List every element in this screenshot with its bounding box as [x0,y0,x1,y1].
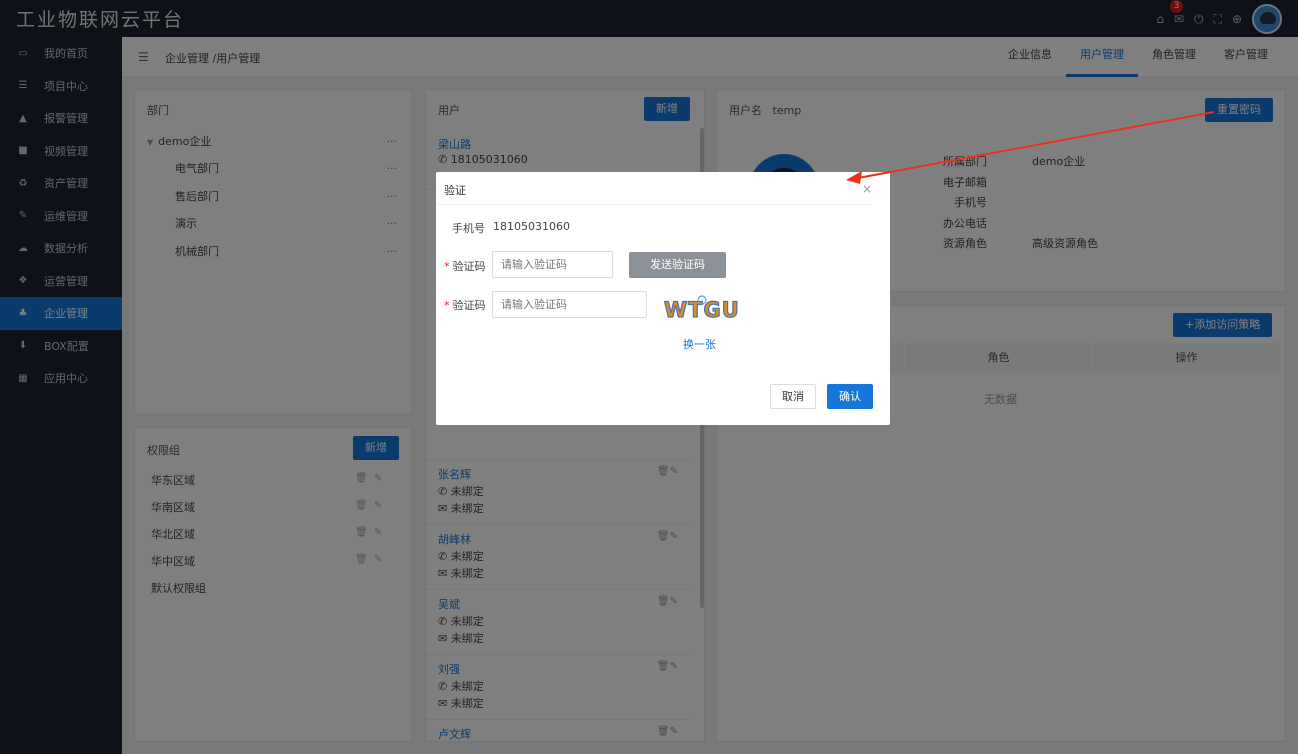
verify-dialog: 验证 × 手机号 18105031060 *验证码 发送验证码 *验证码 WTG… [436,172,890,425]
cancel-button[interactable]: 取消 [770,384,816,409]
captcha-input[interactable] [492,291,647,318]
phone-label: 手机号 [452,222,485,235]
dialog-divider [436,204,872,205]
dialog-title: 验证 [444,184,466,197]
svg-text:WTGU: WTGU [664,298,740,322]
captcha-image[interactable]: WTGU [662,294,744,324]
sms-code-label: * 验证码 [444,260,486,273]
confirm-button[interactable]: 确认 [827,384,873,409]
captcha-label: * 验证码 [444,299,486,312]
sms-code-input[interactable] [492,251,613,278]
phone-value: 18105031060 [493,220,570,233]
send-code-button[interactable]: 发送验证码 [629,252,726,278]
refresh-captcha-link[interactable]: 换一张 [683,336,716,352]
close-icon[interactable]: × [862,182,872,196]
